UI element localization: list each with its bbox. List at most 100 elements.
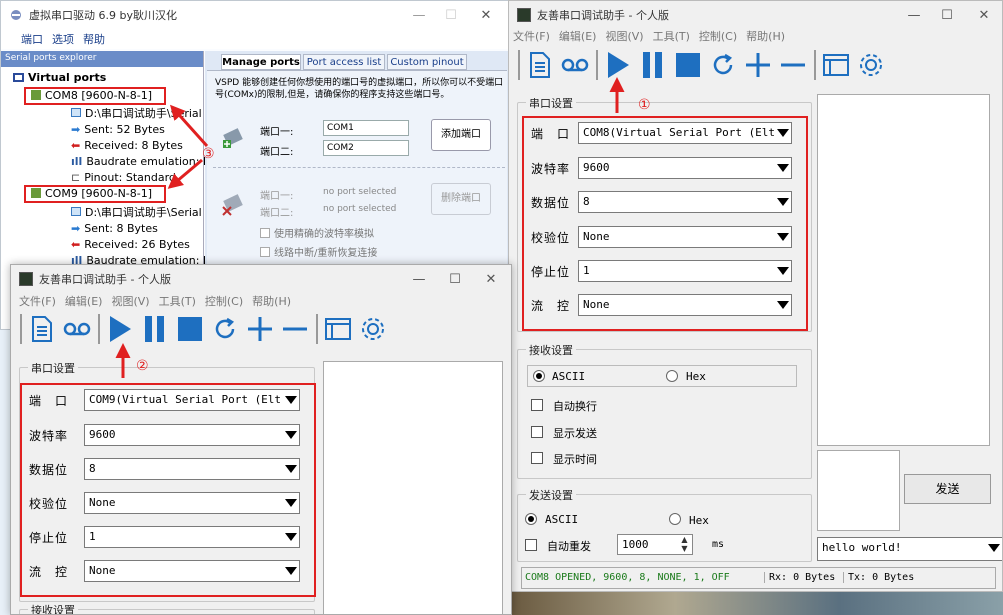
left-flow-label: 流 控 bbox=[29, 565, 69, 579]
play-icon[interactable] bbox=[103, 312, 137, 346]
minus-icon[interactable] bbox=[278, 312, 312, 346]
play-icon[interactable] bbox=[601, 48, 635, 82]
window-icon[interactable] bbox=[321, 312, 355, 346]
tab-port-access-list[interactable]: Port access list bbox=[303, 54, 385, 70]
del-port1-value: no port selected bbox=[323, 187, 397, 197]
left-maximize-button[interactable]: ☐ bbox=[435, 265, 475, 293]
left-minimize-button[interactable]: — bbox=[399, 265, 439, 293]
gear-icon[interactable] bbox=[854, 48, 888, 82]
right-send-hex-radio[interactable] bbox=[669, 513, 681, 525]
menu-view[interactable]: 视图(V) bbox=[605, 28, 643, 44]
vspd-menu-port[interactable]: 端口 bbox=[21, 31, 43, 47]
vspd-maximize-button[interactable]: ☐ bbox=[431, 1, 471, 29]
right-title: 友善串口调试助手 - 个人版 bbox=[537, 9, 669, 22]
right-flow-label: 流 控 bbox=[531, 299, 571, 313]
pause-icon[interactable] bbox=[636, 48, 670, 82]
stop-icon[interactable] bbox=[671, 48, 705, 82]
right-maximize-button[interactable]: ☐ bbox=[927, 1, 967, 29]
menu-edit[interactable]: 编辑(E) bbox=[65, 293, 103, 309]
right-recv-hex-radio[interactable] bbox=[666, 370, 678, 382]
right-baud-select[interactable]: 9600 bbox=[578, 157, 792, 179]
menu-tools[interactable]: 工具(T) bbox=[653, 28, 690, 44]
pause-icon[interactable] bbox=[138, 312, 172, 346]
right-send-ascii-radio[interactable] bbox=[525, 513, 537, 525]
tab-custom-pinout[interactable]: Custom pinout bbox=[387, 54, 467, 70]
plus-icon[interactable] bbox=[243, 312, 277, 346]
menu-file[interactable]: 文件(F) bbox=[19, 293, 56, 309]
show-time-checkbox[interactable] bbox=[531, 452, 543, 464]
com9-highlight bbox=[24, 185, 166, 203]
right-flow-select[interactable]: None bbox=[578, 294, 792, 316]
document-icon[interactable] bbox=[25, 312, 59, 346]
menu-edit[interactable]: 编辑(E) bbox=[559, 28, 597, 44]
add-port-button[interactable]: 添加端口 bbox=[431, 119, 491, 151]
refresh-icon[interactable] bbox=[208, 312, 242, 346]
tree-root[interactable]: Virtual ports bbox=[13, 70, 106, 85]
right-recv-ascii-radio[interactable] bbox=[533, 370, 545, 382]
menu-view[interactable]: 视图(V) bbox=[111, 293, 149, 309]
right-recv-hex-label: Hex bbox=[686, 370, 706, 383]
menu-tools[interactable]: 工具(T) bbox=[159, 293, 196, 309]
left-receive-area[interactable] bbox=[323, 361, 503, 614]
menu-control[interactable]: 控制(C) bbox=[205, 293, 243, 309]
receive-area[interactable] bbox=[817, 94, 990, 446]
minus-icon[interactable] bbox=[776, 48, 810, 82]
left-recv-group: 接收设置 bbox=[19, 602, 315, 614]
explorer-title: Serial ports explorer bbox=[1, 51, 203, 67]
refresh-icon[interactable] bbox=[706, 48, 740, 82]
right-parity-select[interactable]: None bbox=[578, 226, 792, 248]
line-break-checkbox[interactable]: 线路中断/重新恢复连接 bbox=[260, 244, 377, 259]
loop-icon[interactable] bbox=[60, 312, 94, 346]
left-databits-select[interactable]: 8 bbox=[84, 458, 300, 480]
send-button[interactable]: 发送 bbox=[904, 474, 991, 504]
document-icon[interactable] bbox=[523, 48, 557, 82]
auto-resend-label: 自动重发 bbox=[547, 540, 591, 553]
left-flow-select[interactable]: None bbox=[84, 560, 300, 582]
right-port-select[interactable]: COM8(Virtual Serial Port (Elt bbox=[578, 122, 792, 144]
delete-port-button[interactable]: 删除端口 bbox=[431, 183, 491, 215]
menu-help[interactable]: 帮助(H) bbox=[746, 28, 785, 44]
menu-control[interactable]: 控制(C) bbox=[699, 28, 737, 44]
auto-resend-checkbox[interactable] bbox=[525, 539, 537, 551]
menu-file[interactable]: 文件(F) bbox=[513, 28, 550, 44]
menu-help[interactable]: 帮助(H) bbox=[252, 293, 291, 309]
plus-icon[interactable] bbox=[741, 48, 775, 82]
right-fields: 端 口 COM8(Virtual Serial Port (Elt 波特率 9600… bbox=[523, 120, 809, 330]
left-title: 友善串口调试助手 - 个人版 bbox=[39, 273, 171, 286]
loop-icon[interactable] bbox=[558, 48, 592, 82]
vspd-app-icon bbox=[9, 8, 23, 22]
accurate-baud-checkbox[interactable]: 使用精确的波特率模拟 bbox=[260, 225, 374, 240]
port2-select[interactable]: COM2 bbox=[323, 140, 409, 156]
tab-manage-ports[interactable]: Manage ports bbox=[221, 54, 301, 70]
right-databits-select[interactable]: 8 bbox=[578, 191, 792, 213]
tree-com9-path: D:\串口调试助手\Serial Po bbox=[71, 205, 218, 220]
left-toolbar bbox=[17, 311, 391, 347]
stop-icon[interactable] bbox=[173, 312, 207, 346]
left-port-select[interactable]: COM9(Virtual Serial Port (Elt bbox=[84, 389, 300, 411]
right-stopbits-select[interactable]: 1 bbox=[578, 260, 792, 282]
port1-select[interactable]: COM1 bbox=[323, 120, 409, 136]
vspd-menu-help[interactable]: 帮助 bbox=[83, 31, 105, 47]
show-time-label: 显示时间 bbox=[553, 453, 597, 466]
tree-root-label: Virtual ports bbox=[28, 71, 107, 84]
vspd-menu-options[interactable]: 选项 bbox=[52, 31, 74, 47]
interval-spinner[interactable]: ▲ ▼ bbox=[677, 535, 692, 554]
auto-wrap-checkbox[interactable] bbox=[531, 399, 543, 411]
send-text-select[interactable]: hello world! bbox=[817, 537, 1002, 561]
left-baud-select[interactable]: 9600 bbox=[84, 424, 300, 446]
right-baud-label: 波特率 bbox=[531, 162, 571, 176]
left-parity-select[interactable]: None bbox=[84, 492, 300, 514]
left-stopbits-select[interactable]: 1 bbox=[84, 526, 300, 548]
right-close-button[interactable]: ✕ bbox=[964, 1, 1002, 29]
gear-icon[interactable] bbox=[356, 312, 390, 346]
right-parity-row: 校验位 None bbox=[523, 224, 809, 250]
tree-com9-received: ⬅ Received: 26 Bytes bbox=[71, 238, 190, 251]
show-send-checkbox[interactable] bbox=[531, 426, 543, 438]
marker-1: ① bbox=[638, 97, 651, 113]
del-port1-label: 端口一: bbox=[260, 191, 294, 202]
vspd-close-button[interactable]: ✕ bbox=[466, 1, 506, 29]
window-icon[interactable] bbox=[819, 48, 853, 82]
tree-com8-received: ⬅ Received: 8 Bytes bbox=[71, 139, 183, 152]
send-area[interactable] bbox=[817, 450, 900, 531]
left-close-button[interactable]: ✕ bbox=[471, 265, 511, 293]
